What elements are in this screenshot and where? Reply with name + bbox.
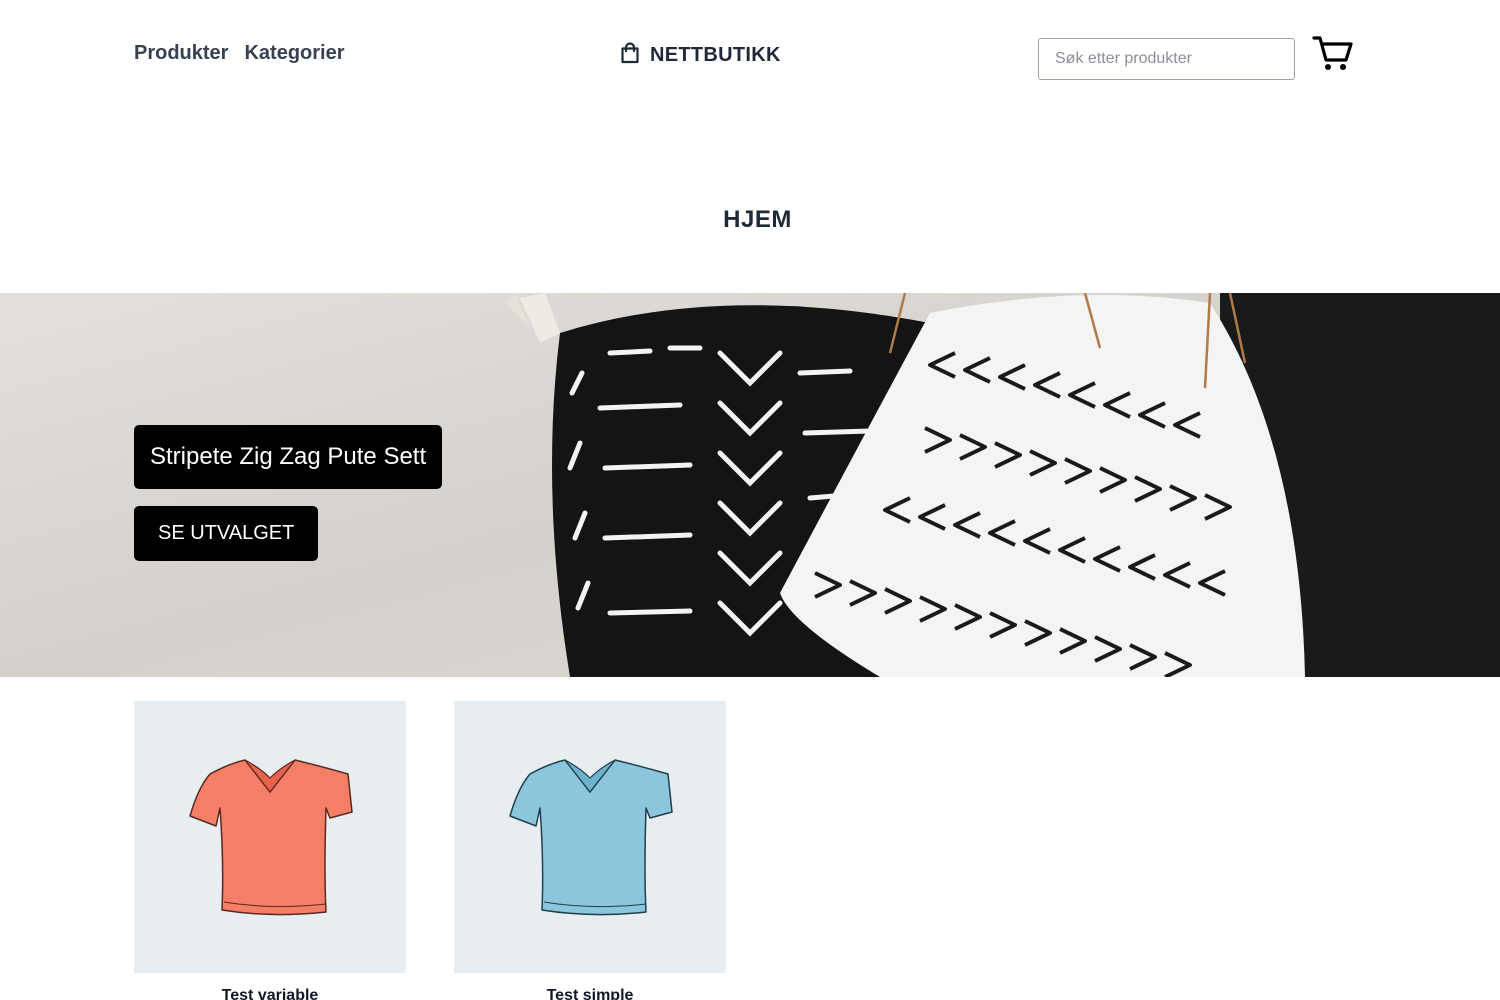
product-name: Test simple [546,987,634,1000]
site-header: Produkter Kategorier NETTBUTIKK [0,0,1500,110]
hero-title: Stripete Zig Zag Pute Sett [134,425,443,489]
cart-button[interactable] [1312,34,1354,74]
product-card[interactable]: Test simple [454,701,726,1000]
product-name: Test variable [221,987,319,1000]
main-nav: Produkter Kategorier [134,42,345,65]
brand-logo[interactable]: NETTBUTIKK [620,42,781,69]
product-card[interactable]: Test variable [134,701,406,1000]
shopping-bag-icon [620,42,640,69]
nav-link-kategorier[interactable]: Kategorier [244,42,344,65]
search-input[interactable] [1038,38,1295,80]
product-image [134,701,406,973]
nav-link-produkter[interactable]: Produkter [134,42,228,65]
hero-banner: Stripete Zig Zag Pute Sett SE UTVALGET [0,293,1500,677]
see-selection-button[interactable]: SE UTVALGET [134,506,319,561]
page-title: HJEM [723,206,792,233]
product-image [454,701,726,973]
brand-name: NETTBUTIKK [650,44,781,66]
tshirt-icon [509,759,673,916]
cart-icon [1312,36,1354,78]
product-grid: Test variable Test simple [134,701,726,1000]
tshirt-icon [189,759,353,916]
